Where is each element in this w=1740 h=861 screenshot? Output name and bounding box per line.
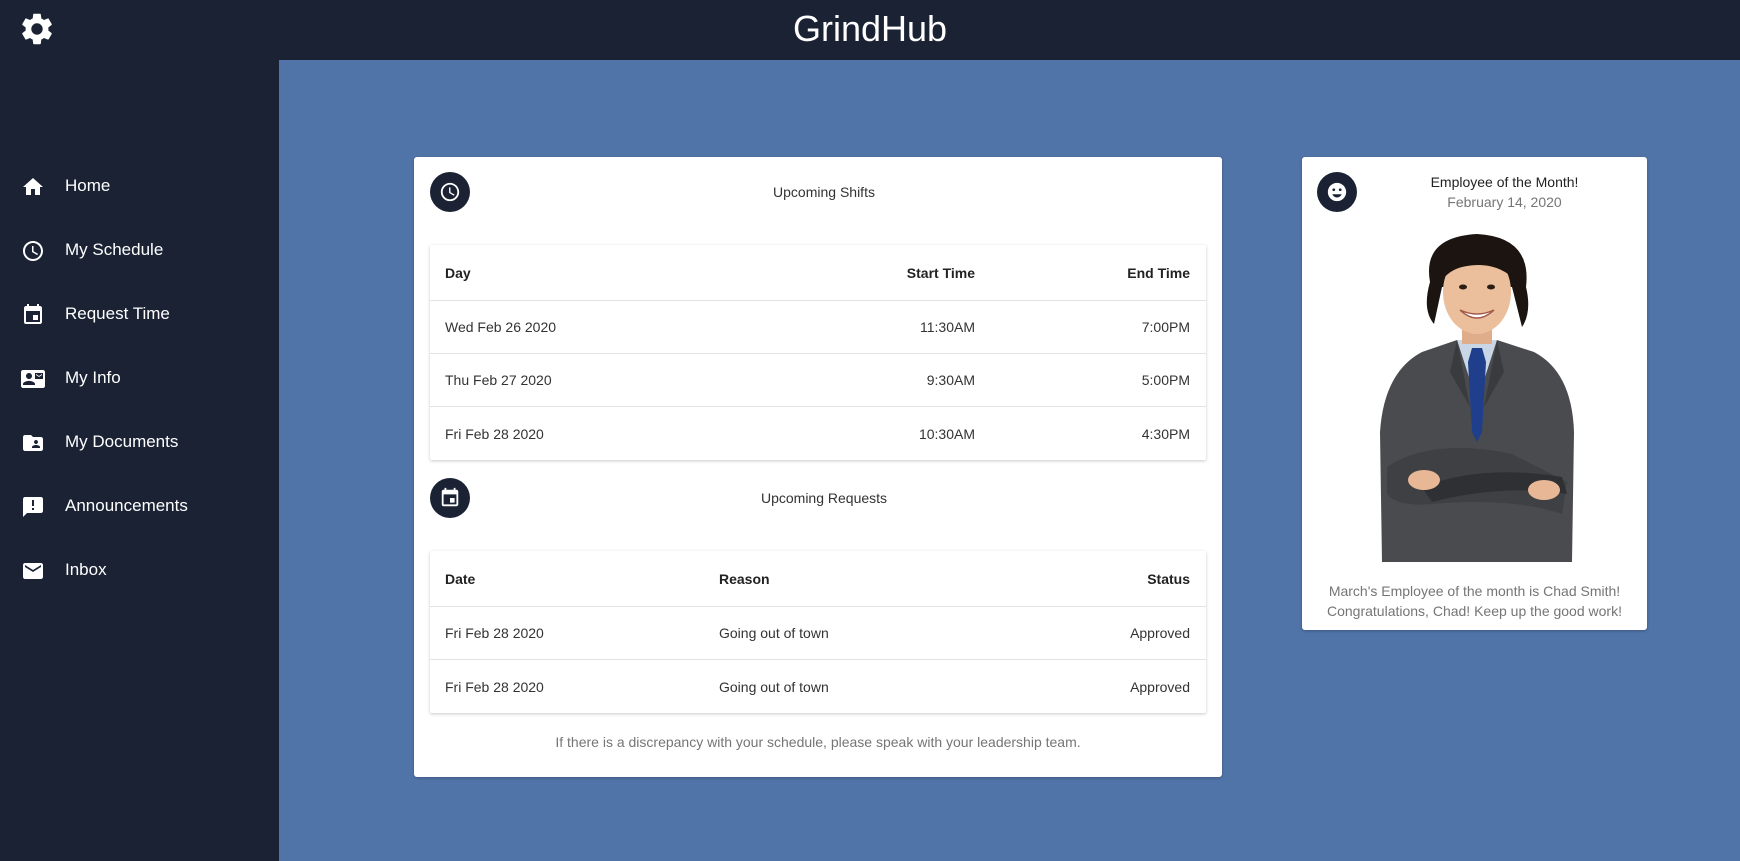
- column-header: Start Time: [906, 264, 975, 281]
- cell-start-time: 9:30AM: [926, 372, 975, 388]
- table-row[interactable]: Wed Feb 26 2020 11:30AM 7:00PM: [430, 301, 1206, 354]
- sidebar-item-label: Inbox: [65, 560, 107, 579]
- table-header-row: Date Reason Status: [430, 551, 1206, 607]
- sidebar-item-label: My Documents: [65, 432, 179, 451]
- smiley-icon: [1317, 172, 1357, 212]
- cell-start-time: 10:30AM: [918, 425, 975, 442]
- section-title-upcoming-shifts: Upcoming Shifts: [773, 184, 875, 200]
- sidebar-item-home[interactable]: Home: [0, 161, 279, 211]
- cell-status: Approved: [1130, 625, 1190, 641]
- calendar-icon: [21, 303, 45, 327]
- message-line: March's Employee of the month is Chad Sm…: [1328, 583, 1621, 599]
- top-bar: GrindHub: [0, 0, 1740, 60]
- sidebar-item-label: Request Time: [65, 304, 170, 323]
- cell-end-time: 4:30PM: [1141, 425, 1190, 442]
- cell-reason: Going out of town: [719, 678, 829, 695]
- requests-table: Date Reason Status Fri Feb 28 2020 Going…: [430, 551, 1206, 713]
- column-header: Date: [445, 570, 476, 587]
- section-title-upcoming-requests: Upcoming Requests: [760, 490, 888, 506]
- employee-of-month-title: Employee of the Month!: [1430, 174, 1579, 190]
- sidebar-item-label: My Info: [65, 368, 121, 387]
- table-row[interactable]: Fri Feb 28 2020 Going out of town Approv…: [430, 607, 1206, 660]
- schedule-card: Upcoming Shifts Day Start Time End Time …: [414, 157, 1222, 777]
- sidebar-item-my-schedule[interactable]: My Schedule: [0, 225, 279, 275]
- table-row[interactable]: Thu Feb 27 2020 9:30AM 5:00PM: [430, 354, 1206, 407]
- cell-end-time: 7:00PM: [1141, 319, 1190, 335]
- clock-icon: [21, 239, 45, 263]
- employee-photo: [1380, 234, 1574, 562]
- calendar-icon: [430, 478, 470, 518]
- mail-icon: [21, 559, 45, 583]
- sidebar: Home My Schedule Request Time My Info My…: [0, 60, 279, 861]
- cell-status: Approved: [1130, 678, 1190, 695]
- employee-of-month-date: February 14, 2020: [1447, 194, 1562, 210]
- column-header: Reason: [719, 570, 770, 587]
- employee-of-month-card: Employee of the Month! February 14, 2020…: [1302, 157, 1647, 630]
- contact-card-icon: [21, 367, 45, 391]
- cell-start-time: 11:30AM: [920, 319, 975, 335]
- cell-date: Fri Feb 28 2020: [445, 625, 544, 641]
- shifts-table: Day Start Time End Time Wed Feb 26 2020 …: [430, 245, 1206, 460]
- employee-of-month-message: March's Employee of the month is Chad Sm…: [1312, 581, 1637, 621]
- sidebar-item-my-info[interactable]: My Info: [0, 353, 279, 403]
- table-header-row: Day Start Time End Time: [430, 245, 1206, 301]
- cell-reason: Going out of town: [719, 625, 829, 641]
- clock-icon: [430, 172, 470, 212]
- cell-day: Thu Feb 27 2020: [445, 372, 552, 388]
- column-header: End Time: [1127, 264, 1190, 281]
- cell-day: Fri Feb 28 2020: [445, 425, 544, 442]
- sidebar-item-request-time[interactable]: Request Time: [0, 289, 279, 339]
- table-row[interactable]: Fri Feb 28 2020 Going out of town Approv…: [430, 660, 1206, 713]
- sidebar-item-label: My Schedule: [65, 240, 164, 259]
- cell-day: Wed Feb 26 2020: [445, 319, 557, 335]
- table-row[interactable]: Fri Feb 28 2020 10:30AM 4:30PM: [430, 407, 1206, 460]
- announcement-icon: [21, 495, 45, 519]
- column-header: Status: [1147, 570, 1190, 587]
- app-title: GrindHub: [792, 8, 948, 49]
- schedule-footnote: If there is a discrepancy with your sche…: [555, 734, 1081, 750]
- sidebar-item-announcements[interactable]: Announcements: [0, 481, 279, 531]
- sidebar-item-inbox[interactable]: Inbox: [0, 545, 279, 595]
- home-icon: [21, 175, 45, 199]
- sidebar-item-label: Announcements: [65, 496, 188, 515]
- message-line: Congratulations, Chad! Keep up the good …: [1327, 603, 1622, 619]
- cell-end-time: 5:00PM: [1141, 372, 1190, 388]
- cell-date: Fri Feb 28 2020: [445, 678, 544, 695]
- sidebar-item-label: Home: [65, 176, 111, 195]
- sidebar-item-my-documents[interactable]: My Documents: [0, 417, 279, 467]
- shared-folder-icon: [21, 431, 45, 455]
- column-header: Day: [445, 264, 471, 281]
